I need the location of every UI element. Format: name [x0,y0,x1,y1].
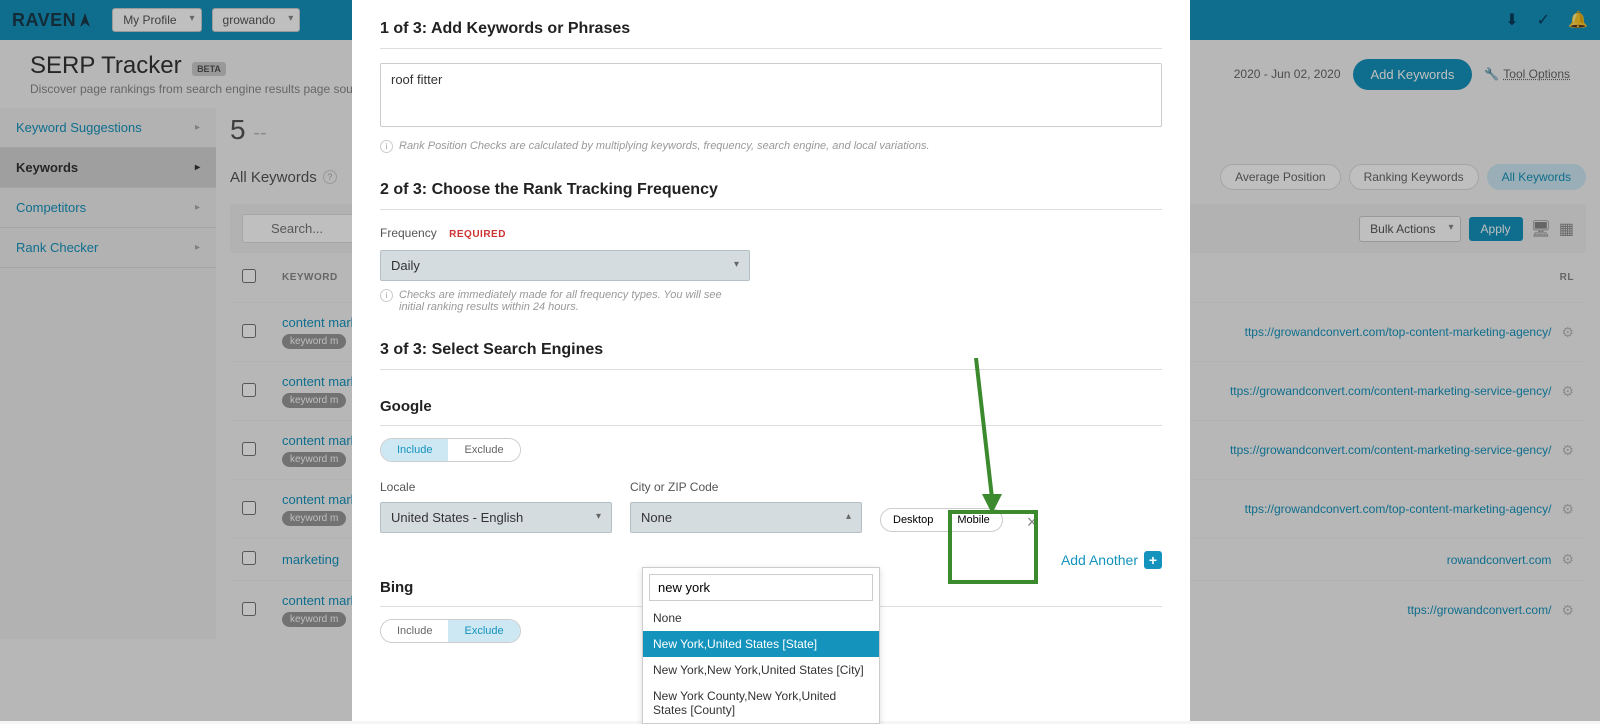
step1-title: 1 of 3: Add Keywords or Phrases [380,20,1162,49]
city-label: City or ZIP Code [630,480,862,494]
google-include-toggle[interactable]: Include Exclude [380,438,521,462]
required-badge: REQUIRED [449,229,506,240]
step3-title: 3 of 3: Select Search Engines [380,341,1162,370]
bing-include-toggle[interactable]: Include Exclude [380,619,521,643]
autocomplete-item[interactable]: None [643,605,879,631]
step2-hint: iChecks are immediately made for all fre… [380,289,1162,313]
google-heading: Google [380,398,1162,426]
city-autocomplete-dropdown: NoneNew York,United States [State]New Yo… [642,567,880,724]
autocomplete-item[interactable]: New York County,New York,United States [… [643,683,879,723]
keywords-textarea[interactable]: roof fitter [380,63,1162,127]
locale-select[interactable]: United States - English [380,502,612,533]
toggle-exclude[interactable]: Exclude [448,439,519,461]
plus-icon: + [1144,551,1162,569]
frequency-label: Frequency [380,226,437,240]
toggle-desktop[interactable]: Desktop [881,509,945,531]
autocomplete-item[interactable]: New York,United States [State] [643,631,879,657]
locale-label: Locale [380,480,612,494]
device-toggle[interactable]: Desktop Mobile [880,508,1003,532]
info-icon: i [380,289,393,302]
toggle-include[interactable]: Include [381,439,448,461]
toggle-exclude[interactable]: Exclude [448,620,519,642]
remove-row-button[interactable]: × [1027,512,1038,533]
info-icon: i [380,140,393,153]
autocomplete-item[interactable]: New York,New York,United States [City] [643,657,879,683]
city-autocomplete-input[interactable] [649,574,873,601]
frequency-select[interactable]: Daily [380,250,750,281]
step1-hint: iRank Position Checks are calculated by … [380,140,1162,153]
city-select[interactable]: None [630,502,862,533]
toggle-mobile[interactable]: Mobile [945,509,1001,531]
toggle-include[interactable]: Include [381,620,448,642]
step2-title: 2 of 3: Choose the Rank Tracking Frequen… [380,181,1162,210]
